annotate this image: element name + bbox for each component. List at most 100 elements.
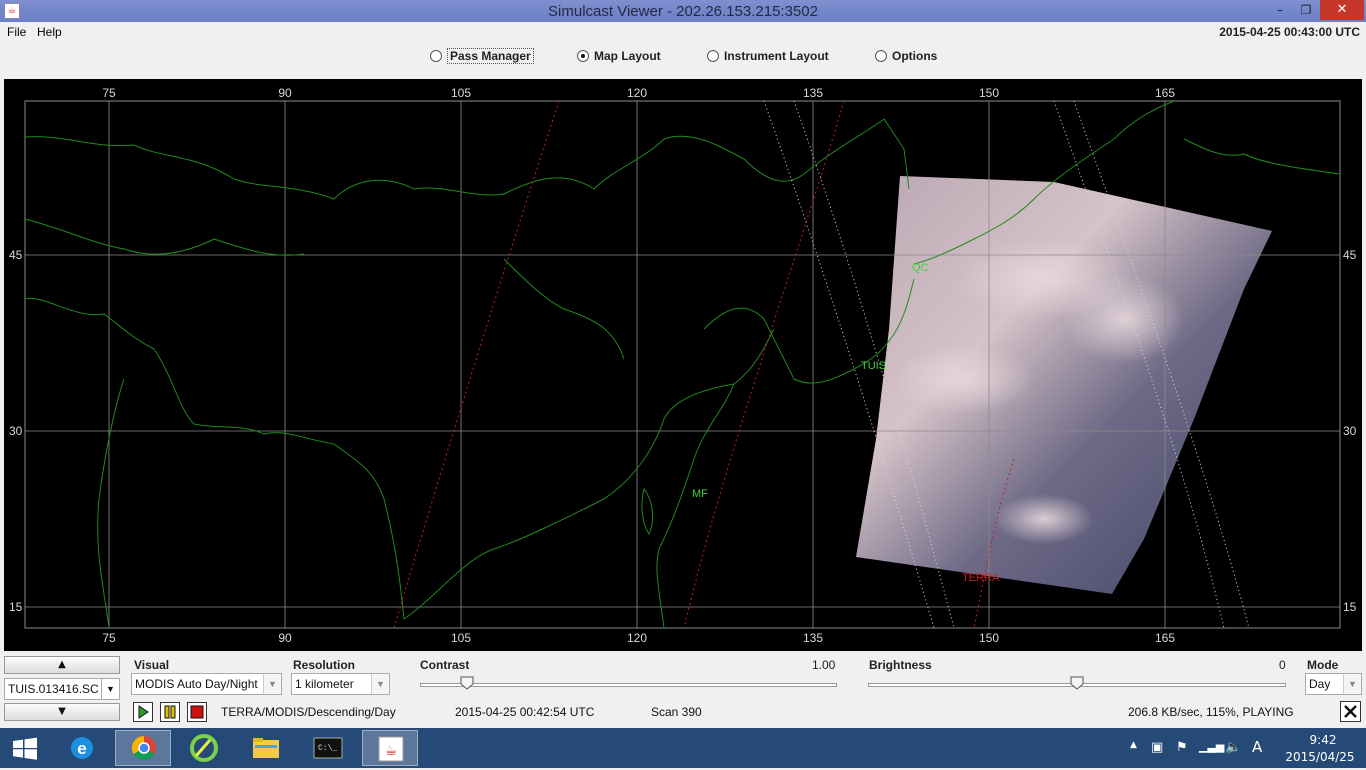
chevron-down-icon[interactable]: ▼ [101,679,119,699]
lon-tick-label: 75 [102,631,116,645]
taskbar: e C:\_ ☕ ▲ ▣ ⚑ ▁▃▅ 🔈 A 9:42 2015/04/25 [0,728,1366,768]
svg-text:☕: ☕ [385,743,398,759]
lat-tick-label: 45 [9,248,23,262]
next-pass-button[interactable]: ▼ [4,703,120,721]
map-view[interactable]: 75 90 105 120 135 150 165 75 90 105 120 … [4,79,1362,651]
tab-label: Options [892,49,938,63]
ime-indicator[interactable]: A [1252,738,1262,756]
window-title: Simulcast Viewer - 202.26.153.215:3502 [548,3,818,20]
taskbar-command-prompt[interactable]: C:\_ [300,730,356,766]
close-button[interactable]: ✕ [1320,0,1364,20]
tab-pass-manager[interactable]: Pass Manager [430,48,534,64]
contrast-value: 1.00 [812,658,836,672]
resolution-combo[interactable]: 1 kilometer ▼ [291,673,390,695]
close-pass-button[interactable] [1340,701,1361,722]
tab-options[interactable]: Options [875,49,937,63]
svg-text:C:\_: C:\_ [318,744,337,753]
mode-value: Day [1309,677,1331,691]
pass-file-combo[interactable]: TUIS.013416.SC ▼ [4,678,120,700]
radio-icon[interactable] [875,50,887,62]
pass-file-value: TUIS.013416.SC [8,682,99,696]
pause-icon [164,705,176,719]
network-device-icon[interactable]: ▣ [1151,740,1163,755]
tab-label: Map Layout [594,49,661,63]
contrast-slider[interactable] [420,683,837,687]
previous-pass-button[interactable]: ▲ [4,656,120,674]
resolution-value: 1 kilometer [295,677,354,691]
taskbar-chrome[interactable] [115,730,171,766]
menu-help[interactable]: Help [37,25,62,39]
system-time[interactable]: 9:42 [1288,733,1358,747]
tab-label: Pass Manager [447,48,534,64]
internet-explorer-icon: e [71,737,93,759]
lon-tick-labels-bottom: 75 90 105 120 135 150 165 [102,631,1175,645]
speaker-icon[interactable]: 🔈 [1225,740,1241,755]
windows-logo-icon [13,737,37,760]
scan-time: 2015-04-25 00:42:54 UTC [455,705,595,719]
station-label-tuis: TUIS [861,360,886,372]
pass-description: TERRA/MODIS/Descending/Day [221,705,396,719]
chevron-down-icon[interactable]: ▼ [371,674,389,694]
lon-tick-label: 75 [102,86,116,100]
station-label-qc: QC [912,262,929,274]
svg-text:e: e [77,739,86,758]
transfer-rate-status: 206.8 KB/sec, 115%, PLAYING [1128,705,1294,719]
stop-button[interactable] [187,702,207,722]
contrast-slider-thumb[interactable] [460,676,474,690]
lon-tick-label: 150 [979,86,999,100]
tab-map-layout[interactable]: Map Layout [577,49,661,63]
lat-tick-label: 15 [9,600,23,614]
title-bar: ☕ Simulcast Viewer - 202.26.153.215:3502… [0,0,1366,22]
lat-tick-label: 30 [1343,424,1357,438]
chevron-down-icon[interactable]: ▼ [263,674,281,694]
java-icon: ☕ [378,736,404,762]
maximize-button[interactable]: ❐ [1292,0,1320,20]
tray-expand-icon[interactable]: ▲ [1130,740,1137,750]
app-swirl-icon [190,734,218,762]
lon-tick-label: 105 [451,86,471,100]
scan-number: Scan 390 [651,705,702,719]
mode-combo[interactable]: Day ▼ [1305,673,1362,695]
lon-tick-label: 90 [278,631,292,645]
cloud-patch [894,344,1034,414]
layout-tabs: Pass Manager Map Layout Instrument Layou… [0,44,1366,72]
lon-tick-label: 105 [451,631,471,645]
start-button[interactable] [0,730,50,766]
lon-tick-label: 120 [627,86,647,100]
minimize-button[interactable]: – [1266,0,1294,20]
tab-instrument-layout[interactable]: Instrument Layout [707,49,829,63]
utc-clock: 2015-04-25 00:43:00 UTC [1219,25,1360,39]
cloud-patch [1064,274,1184,364]
lon-tick-label: 135 [803,86,823,100]
brightness-value: 0 [1279,658,1286,672]
lat-tick-label: 45 [1343,248,1357,262]
brightness-label: Brightness [869,658,932,672]
visual-combo[interactable]: MODIS Auto Day/Night ▼ [131,673,282,695]
brightness-slider-thumb[interactable] [1070,676,1084,690]
folder-icon [253,738,279,758]
pause-button[interactable] [160,702,180,722]
taskbar-app-green[interactable] [176,730,232,766]
cloud-patch [994,494,1094,544]
station-label-mf: MF [692,488,708,500]
map-canvas[interactable]: 75 90 105 120 135 150 165 75 90 105 120 … [4,79,1362,651]
radio-icon[interactable] [707,50,719,62]
flag-alert-icon[interactable]: ⚑ [1176,740,1188,755]
resolution-label: Resolution [293,658,355,672]
system-date[interactable]: 2015/04/25 [1278,750,1362,764]
play-button[interactable] [133,702,153,722]
chevron-down-icon[interactable]: ▼ [1343,674,1361,694]
stop-icon [190,705,204,719]
play-icon [138,705,149,719]
close-icon [1344,705,1357,718]
mode-label: Mode [1307,658,1339,672]
taskbar-java[interactable]: ☕ [362,730,418,766]
radio-selected-icon[interactable] [577,50,589,62]
signal-bars-icon[interactable]: ▁▃▅ [1199,740,1224,753]
taskbar-ie[interactable]: e [54,730,110,766]
taskbar-file-explorer[interactable] [238,730,294,766]
menu-file[interactable]: File [7,25,26,39]
chrome-icon [131,736,156,761]
lon-tick-label: 150 [979,631,999,645]
radio-icon[interactable] [430,50,442,62]
